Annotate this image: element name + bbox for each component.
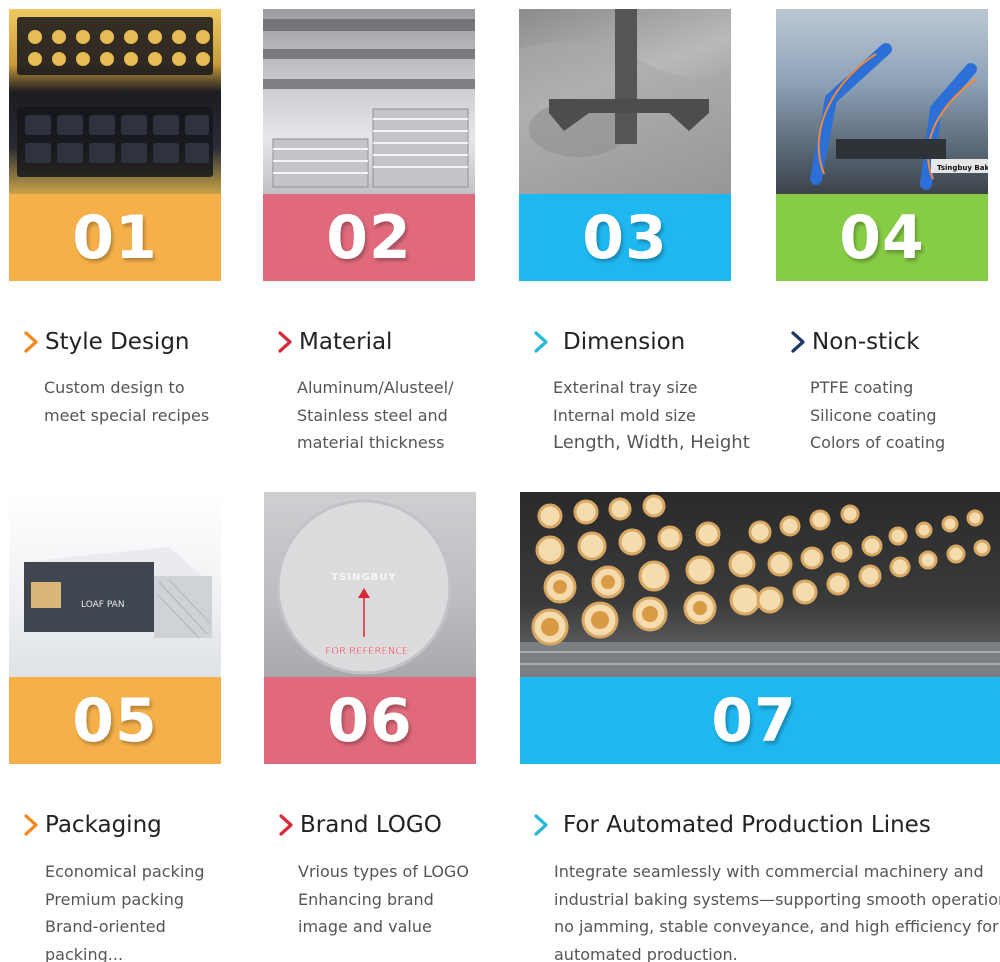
feature-card-06: TSINGBUY FOR REFERENCE 06 Brand LOGO Vri… [264, 492, 476, 962]
desc-line: Vrious types of LOGO [298, 862, 469, 881]
card-description: Exterinal tray size Internal mold size L… [553, 374, 750, 457]
desc-line: Custom design to [44, 378, 185, 397]
card-title-row: Style Design [23, 329, 190, 355]
photo-box-label: LOAF PAN [81, 600, 125, 610]
logo-disc-illustration: TSINGBUY FOR REFERENCE [276, 499, 452, 675]
card-description: Economical packing Premium packing Brand… [45, 858, 205, 962]
number-band-07: 07 [520, 677, 1000, 764]
card-number: 02 [326, 202, 412, 273]
production-line-illustration [520, 494, 1000, 677]
card-number: 01 [72, 202, 158, 273]
number-band-04: 04 [776, 194, 988, 281]
packaging-box-illustration: LOAF PAN [24, 547, 212, 639]
chevron-right-icon [534, 331, 548, 353]
feature-card-02: 02 Material Aluminum/Alusteel/ Stainless… [263, 9, 475, 459]
card-title-row: Non-stick [790, 329, 920, 355]
chevron-right-icon [791, 331, 805, 353]
chevron-right-icon [24, 331, 38, 353]
feature-card-04: Tsingbuy Bake 04 Non-stick PTFE coating … [776, 9, 988, 459]
card-description: Integrate seamlessly with commercial mac… [554, 858, 1000, 962]
chevron-right-icon [278, 331, 292, 353]
card-description: Vrious types of LOGO Enhancing brand ima… [298, 858, 469, 941]
card-title: Packaging [45, 812, 162, 838]
desc-line: Stainless steel and [297, 405, 448, 425]
baking-molds-photo [9, 9, 221, 194]
desc-line: no jamming, stable conveyance, and high … [554, 917, 999, 936]
desc-line: Internal mold size [553, 405, 696, 425]
card-title-row: Material [277, 329, 392, 355]
desc-line: packing... [45, 944, 124, 962]
desc-line: Exterinal tray size [553, 378, 698, 397]
number-band-01: 01 [9, 194, 221, 281]
card-number: 07 [711, 685, 797, 756]
card-description: PTFE coating Silicone coating Colors of … [810, 374, 945, 457]
metal-sheets-photo [263, 9, 475, 194]
card-title: Brand LOGO [300, 812, 442, 838]
photo-watermark: Tsingbuy Bake [937, 164, 988, 172]
card-title: Material [299, 329, 393, 355]
metal-sheets-illustration [263, 19, 475, 188]
chevron-right-icon [534, 814, 548, 836]
robot-arm-illustration: Tsingbuy Bake [810, 43, 988, 190]
feature-card-07: 07 For Automated Production Lines Integr… [520, 492, 1000, 962]
number-band-06: 06 [264, 677, 476, 764]
chevron-right-icon [279, 814, 293, 836]
desc-line: industrial baking systems—supporting smo… [554, 889, 1000, 909]
card-number: 05 [72, 685, 158, 756]
engraved-logo-text: TSINGBUY [331, 572, 396, 583]
card-description: Aluminum/Alusteel/ Stainless steel and m… [297, 374, 453, 457]
desc-line: image and value [298, 917, 432, 936]
desc-line: material thickness [297, 433, 445, 452]
number-band-05: 05 [9, 677, 221, 764]
card-title: Style Design [45, 329, 190, 355]
number-band-02: 02 [263, 194, 475, 281]
card-number: 03 [582, 202, 668, 273]
card-number: 04 [839, 202, 925, 273]
desc-line: Integrate seamlessly with commercial mac… [554, 862, 984, 881]
desc-line: Aluminum/Alusteel/ [297, 378, 454, 397]
coating-robot-photo: Tsingbuy Bake [776, 9, 988, 194]
desc-line: Enhancing brand [298, 889, 434, 909]
desc-line: Brand-oriented [45, 917, 166, 936]
card-title-row: Packaging [23, 812, 162, 838]
card-title-row: For Automated Production Lines [533, 812, 931, 838]
desc-line: meet special recipes [44, 405, 210, 425]
desc-line: Premium packing [45, 889, 185, 909]
caliper-illustration [519, 9, 731, 194]
desc-line: Colors of coating [810, 433, 946, 452]
feature-card-01: 01 Style Design Custom design to meet sp… [9, 9, 221, 459]
desc-line: Silicone coating [810, 405, 937, 425]
card-title-row: Dimension [533, 329, 685, 355]
desc-line: automated production. [554, 944, 738, 962]
card-title-row: Brand LOGO [278, 812, 442, 838]
desc-line: Length, Width, Height [553, 432, 750, 453]
desc-line: PTFE coating [810, 378, 914, 397]
chevron-right-icon [24, 814, 38, 836]
card-number: 06 [327, 685, 413, 756]
production-line-photo [520, 492, 1000, 677]
desc-line: Economical packing [45, 862, 205, 881]
feature-card-03: 03 Dimension Exterinal tray size Interna… [519, 9, 750, 459]
card-title: For Automated Production Lines [563, 812, 931, 838]
reference-note: FOR REFERENCE [325, 646, 408, 657]
engraved-logo-photo: TSINGBUY FOR REFERENCE [264, 492, 476, 677]
baking-molds-illustration [17, 17, 213, 177]
card-title: Non-stick [812, 329, 920, 355]
caliper-measurement-photo [519, 9, 731, 194]
card-description: Custom design to meet special recipes [44, 374, 209, 429]
packaging-box-photo: LOAF PAN [9, 492, 221, 677]
feature-card-05: LOAF PAN 05 Packaging Economical packing… [9, 492, 221, 962]
card-title: Dimension [563, 329, 686, 355]
number-band-03: 03 [519, 194, 731, 281]
